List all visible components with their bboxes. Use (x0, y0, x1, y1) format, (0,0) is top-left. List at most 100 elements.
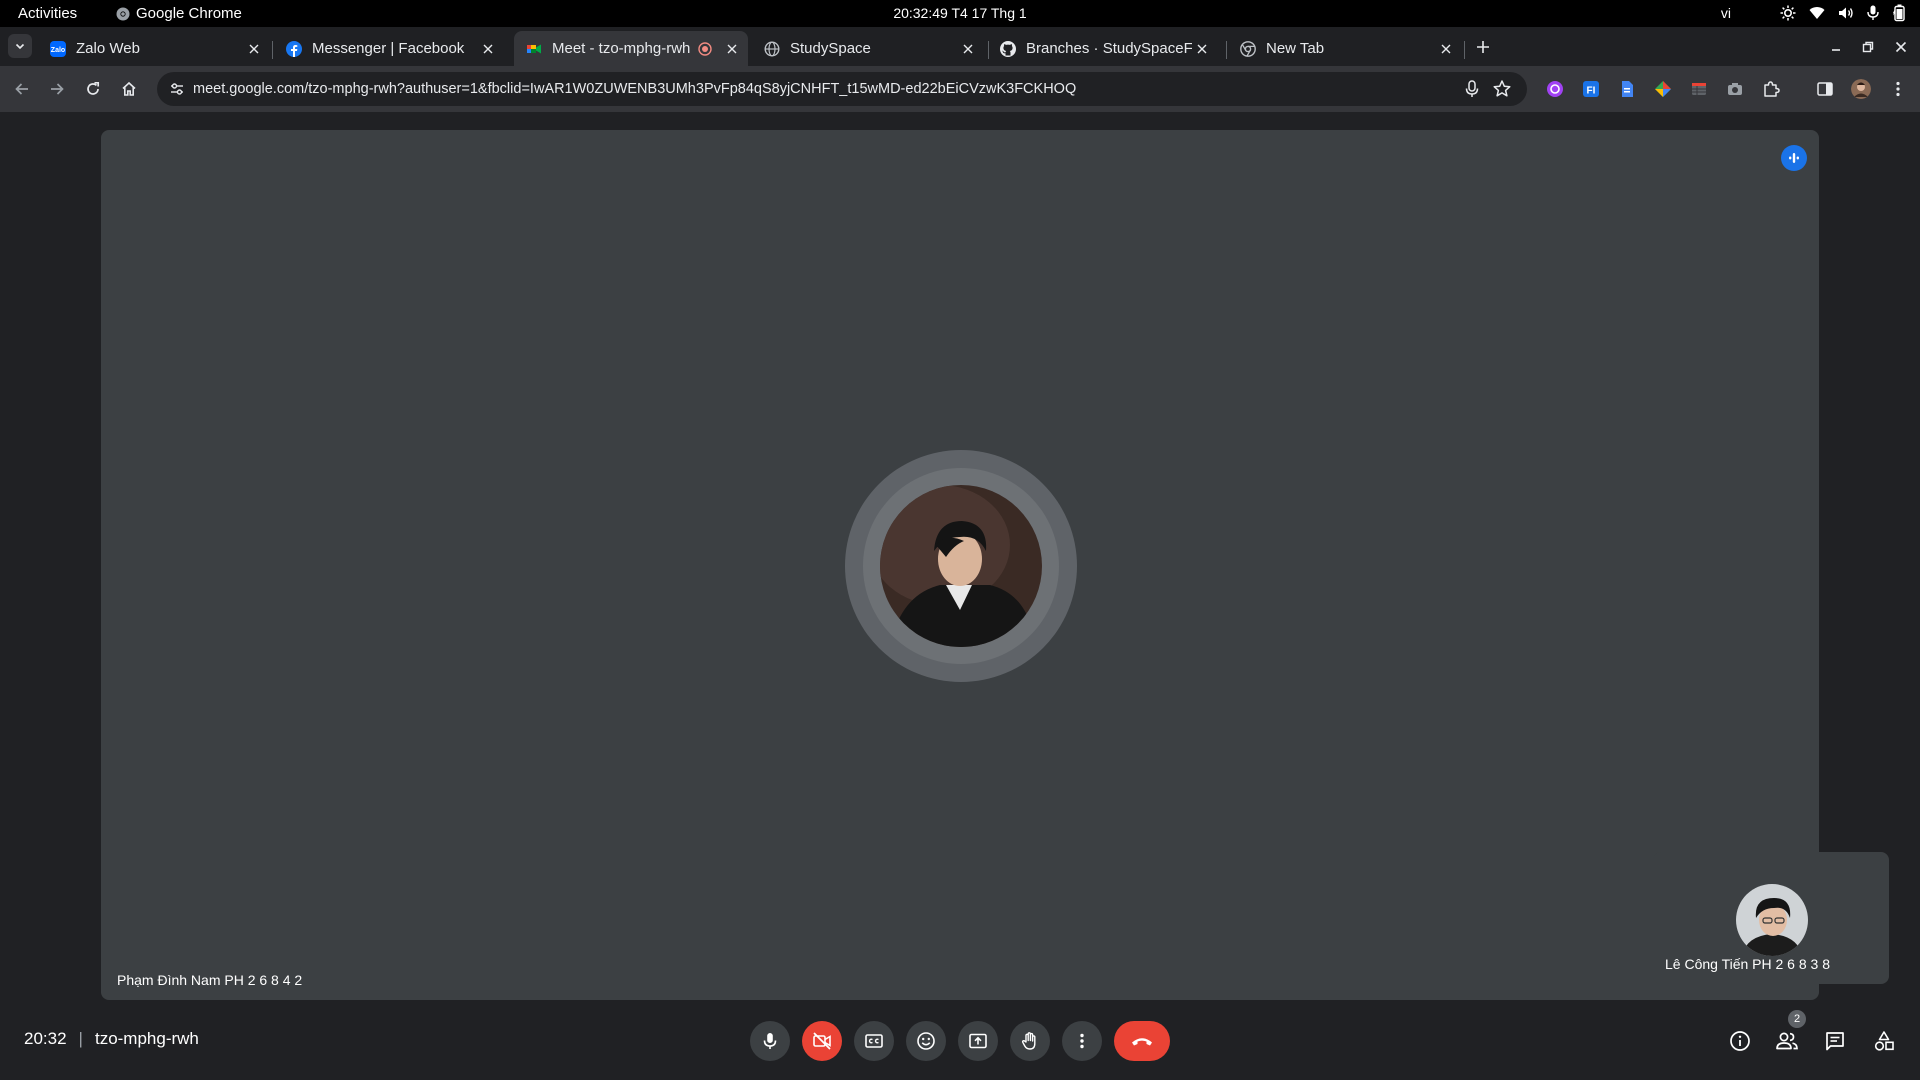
close-icon (1197, 44, 1207, 53)
restore-icon (1862, 41, 1874, 53)
window-close-button[interactable] (1891, 37, 1911, 57)
participant-photo (880, 485, 1042, 647)
forward-button[interactable] (45, 77, 69, 101)
extension-button[interactable] (1689, 79, 1709, 99)
voice-search-button[interactable] (1461, 78, 1483, 100)
closed-captions-icon (865, 1034, 883, 1048)
leave-call-button[interactable] (1114, 1021, 1170, 1061)
chrome-icon (1240, 40, 1256, 57)
extension-button[interactable] (1725, 79, 1745, 99)
chrome-menu-button[interactable] (1888, 79, 1908, 99)
meeting-code: tzo-mphg-rwh (94, 1029, 199, 1048)
more-vert-icon (1080, 1033, 1084, 1049)
chat-button[interactable] (1820, 1026, 1850, 1056)
brightness-icon (1780, 5, 1796, 21)
new-tab-button[interactable] (1472, 36, 1494, 58)
participant-tile-self[interactable]: Lê Công Tiến PH 2 6 8 3 8 (1653, 852, 1889, 984)
back-button[interactable] (10, 77, 34, 101)
site-info-button[interactable] (165, 77, 189, 101)
tab-close-button[interactable] (244, 39, 264, 59)
tune-icon (171, 83, 183, 95)
github-icon (1000, 40, 1016, 57)
arrow-right-icon (51, 83, 64, 95)
captions-button[interactable] (854, 1021, 894, 1061)
call-end-icon (1132, 1038, 1152, 1046)
star-icon (1493, 80, 1511, 97)
tab-close-button[interactable] (1192, 39, 1212, 59)
bookmark-button[interactable] (1491, 78, 1513, 100)
meeting-details-button[interactable] (1725, 1026, 1755, 1056)
tab-strip: Zalo Zalo Web Messenger | Facebook Meet … (0, 27, 1920, 66)
tab-close-button[interactable] (958, 39, 978, 59)
reactions-button[interactable] (906, 1021, 946, 1061)
extension-button[interactable] (1545, 79, 1565, 99)
meet-call: Phạm Đình Nam PH 2 6 8 4 2 Lê Công Tiến … (0, 112, 1920, 1080)
profile-avatar[interactable] (1851, 79, 1871, 99)
tab-meet[interactable]: Meet - tzo-mphg-rwh (514, 31, 748, 66)
more-vert-icon (1896, 81, 1900, 97)
zalo-icon: Zalo (50, 40, 66, 57)
side-panel-icon (1817, 82, 1833, 96)
browser-toolbar: meet.google.com/tzo-mphg-rwh?authuser=1&… (0, 66, 1920, 112)
extension-button[interactable] (1617, 79, 1637, 99)
tab-title: Branches · StudySpaceFl (1026, 40, 1192, 57)
tab-close-button[interactable] (478, 39, 498, 59)
tab-zalo[interactable]: Zalo Zalo Web (38, 31, 270, 66)
videocam-off-icon (813, 1032, 831, 1050)
system-tray[interactable]: vi (1721, 4, 1906, 22)
meeting-info-separator: | (78, 1029, 83, 1048)
extension-blue-icon: FI (1583, 81, 1599, 97)
tab-close-button[interactable] (1436, 39, 1456, 59)
activities-button[interactable]: Activities (18, 5, 77, 22)
tab-messenger[interactable]: Messenger | Facebook (274, 31, 504, 66)
microphone-icon (763, 1033, 777, 1049)
language-indicator[interactable]: vi (1721, 5, 1731, 21)
tab-studyspace[interactable]: StudySpace (752, 31, 984, 66)
volume-icon (1839, 7, 1853, 19)
close-icon (1441, 44, 1451, 53)
meet-icon (527, 44, 541, 53)
tab-github-branches[interactable]: Branches · StudySpaceFl (988, 31, 1218, 66)
tab-new-tab[interactable]: New Tab (1228, 31, 1462, 66)
meeting-time: 20:32 (24, 1029, 67, 1048)
self-photo (1736, 884, 1808, 956)
raise-hand-button[interactable] (1010, 1021, 1050, 1061)
restore-button[interactable] (1858, 37, 1878, 57)
emoji-icon (917, 1032, 935, 1050)
recording-icon (698, 41, 712, 56)
globe-icon (764, 40, 780, 57)
wifi-icon (1809, 7, 1825, 20)
more-options-button[interactable] (1062, 1021, 1102, 1061)
people-button[interactable] (1772, 1026, 1802, 1056)
extension-color-icon (1655, 81, 1671, 97)
tab-search-button[interactable] (8, 34, 32, 58)
address-bar[interactable]: meet.google.com/tzo-mphg-rwh?authuser=1&… (157, 72, 1527, 106)
tab-close-button[interactable] (722, 39, 742, 59)
camera-off-button[interactable] (802, 1021, 842, 1061)
svg-text:Zalo: Zalo (51, 47, 65, 54)
extension-button[interactable]: FI (1581, 79, 1601, 99)
home-button[interactable] (117, 77, 141, 101)
people-icon (1776, 1032, 1798, 1050)
audio-level-icon (1789, 153, 1799, 163)
camera-icon (1728, 83, 1742, 95)
present-to-all-icon (969, 1033, 987, 1049)
profile-avatar-icon (1851, 79, 1871, 99)
battery-icon (1893, 4, 1905, 22)
side-panel-button[interactable] (1815, 79, 1835, 99)
clock[interactable]: 20:32:49 T4 17 Thg 1 (893, 5, 1026, 21)
extensions-menu-button[interactable] (1761, 79, 1781, 99)
app-menu[interactable]: Google Chrome (116, 5, 242, 22)
self-avatar (1736, 884, 1808, 956)
minimize-button[interactable] (1826, 37, 1846, 57)
microphone-button[interactable] (750, 1021, 790, 1061)
present-button[interactable] (958, 1021, 998, 1061)
microphone-icon (1465, 80, 1479, 97)
activities-button-meet[interactable] (1869, 1026, 1899, 1056)
chevron-down-icon (15, 43, 25, 50)
reload-button[interactable] (81, 77, 105, 101)
extension-button[interactable] (1653, 79, 1673, 99)
close-icon (963, 44, 973, 53)
speaking-indicator (1781, 145, 1807, 171)
close-icon (483, 44, 493, 53)
